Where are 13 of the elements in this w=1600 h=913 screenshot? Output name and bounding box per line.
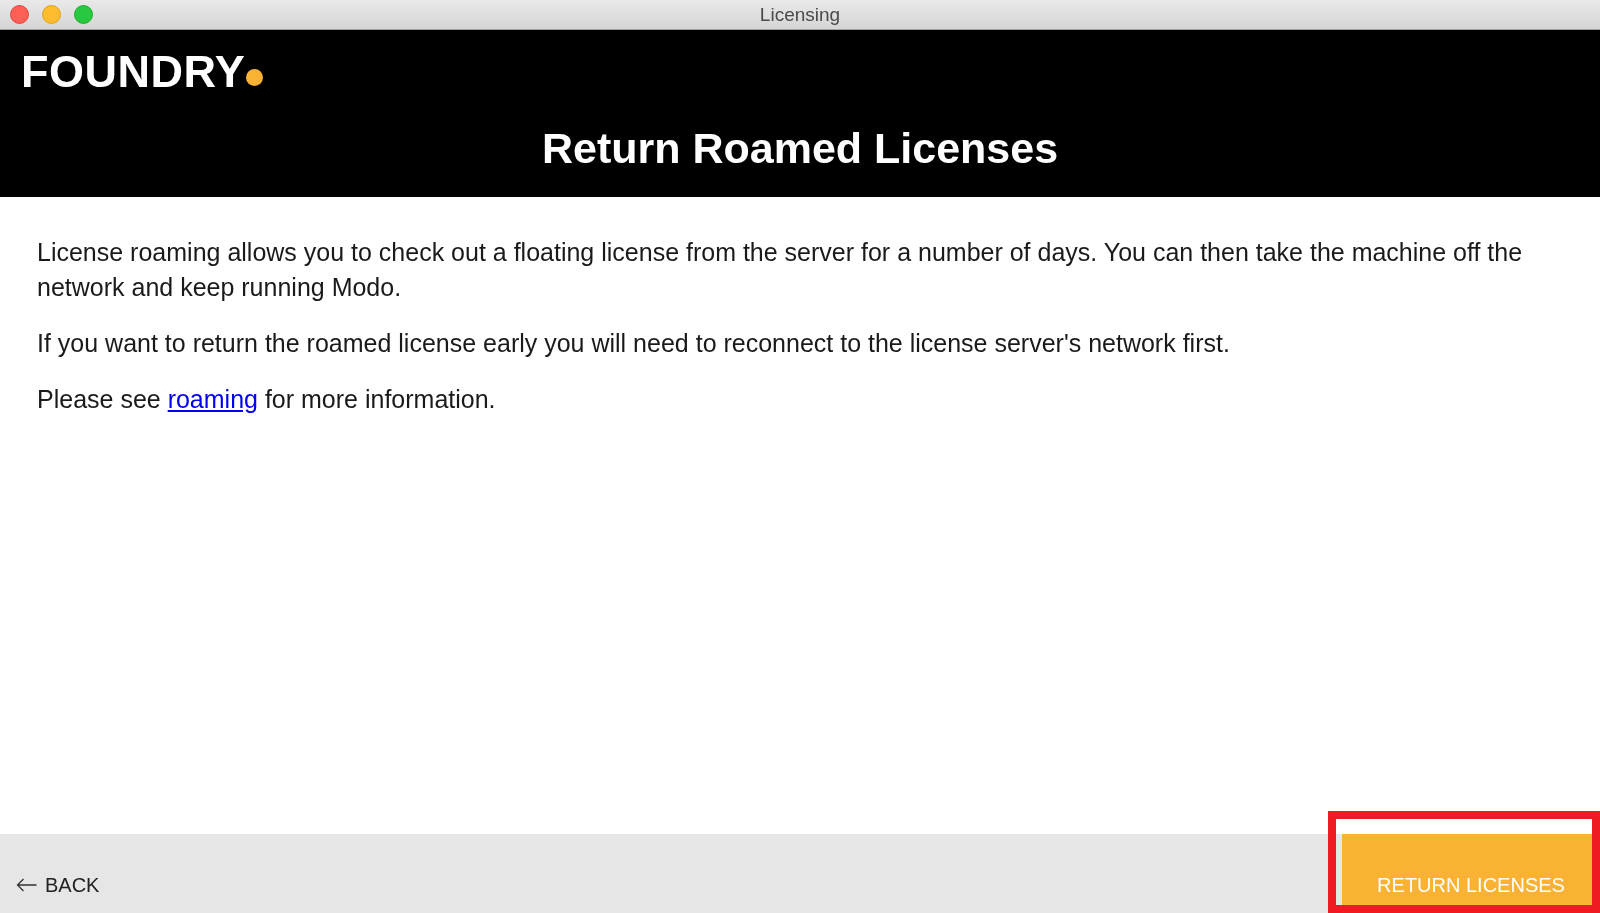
zoom-button[interactable]	[74, 5, 93, 24]
arrow-left-icon	[16, 878, 37, 892]
close-button[interactable]	[10, 5, 29, 24]
paragraph: If you want to return the roamed license early you will need to reconnect to the license server's network first.	[37, 328, 1231, 359]
back-button[interactable]: BACK	[16, 873, 100, 897]
dot-icon	[246, 69, 264, 86]
info-link[interactable]: roaming	[167, 385, 258, 413]
minimize-button[interactable]	[42, 5, 61, 24]
paragraph: License roaming allows you to check out a floating license from the server for a number of days. You can then take the machine off the network and keep running Modo.	[37, 237, 1524, 303]
page-title: Return Roamed Licenses	[540, 127, 1060, 170]
window-title: Licensing	[759, 5, 841, 24]
brand-logo: FOUNDRY	[21, 49, 246, 94]
paragraph: Please see roaming for more information.	[37, 384, 497, 415]
